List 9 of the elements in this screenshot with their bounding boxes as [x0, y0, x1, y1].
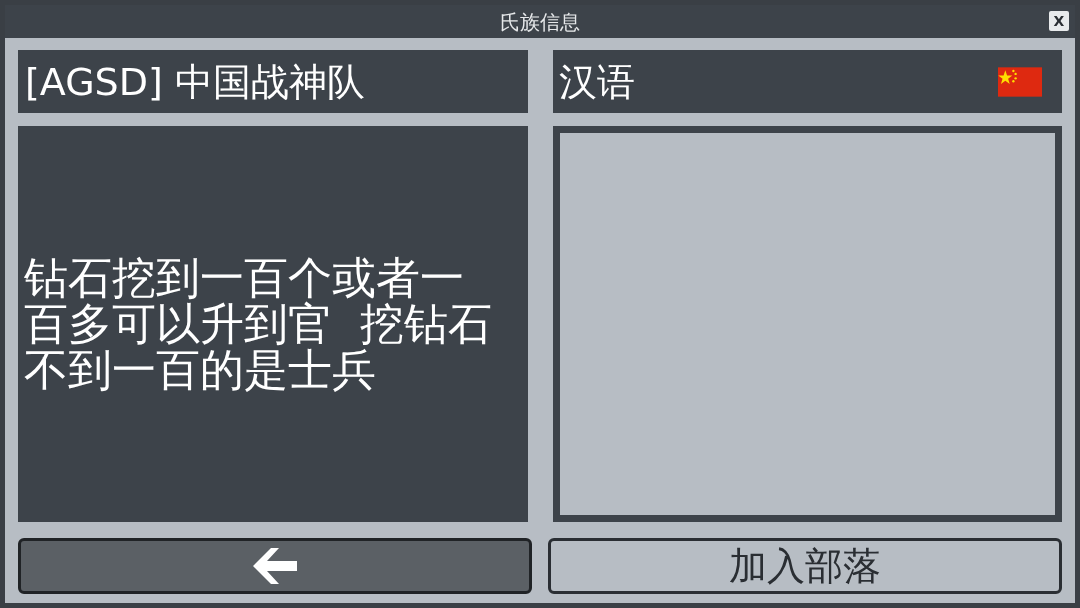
language-label: 汉语 [559, 62, 635, 101]
clan-name: [AGSD] 中国战神队 [25, 62, 365, 101]
window-title: 氏族信息 [500, 11, 580, 32]
flag-icon [998, 65, 1042, 98]
join-button[interactable]: 加入部落 [548, 538, 1062, 594]
close-button[interactable]: X [1049, 11, 1069, 31]
clan-description: 钻石挖到一百个或者一百多可以升到官 挖钻石不到一百的是士兵 [24, 254, 493, 394]
back-button[interactable] [18, 538, 532, 594]
arrow-left-icon [253, 548, 297, 584]
